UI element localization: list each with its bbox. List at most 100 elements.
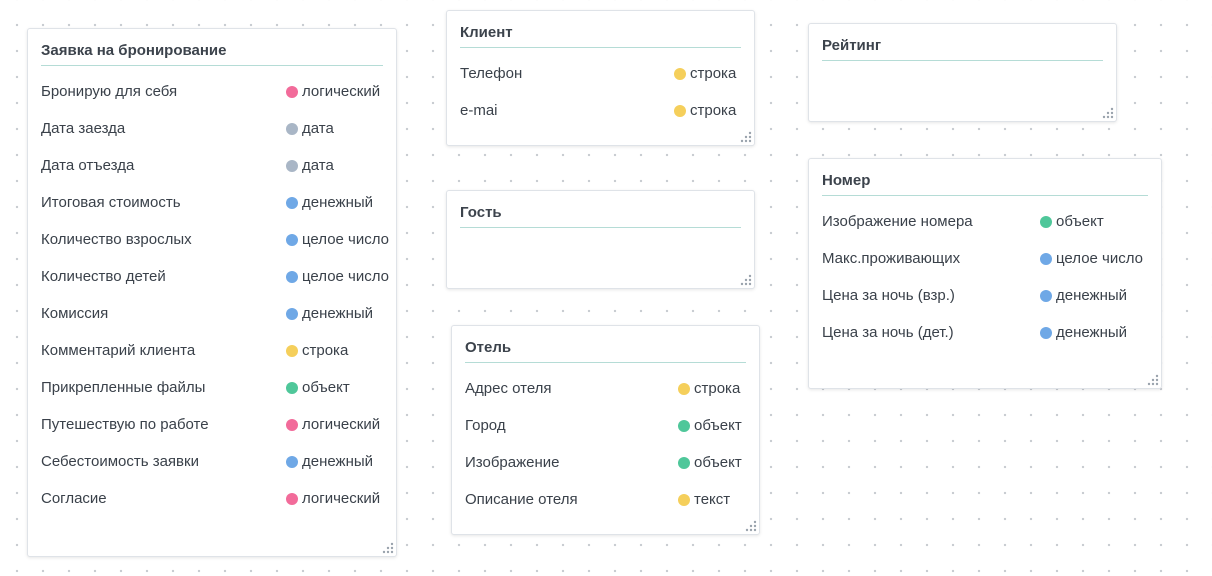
field-list: Адрес отеля строка Город объект Изображение о… — [465, 370, 747, 518]
type-color-dot-icon — [678, 382, 690, 395]
field-row[interactable]: Изображение объект — [465, 444, 747, 481]
field-type: объект — [286, 379, 350, 396]
field-list: Бронирую для себя логический Дата заезда да… — [41, 73, 389, 517]
type-color-dot-icon — [1040, 252, 1052, 265]
field-row[interactable]: Дата отъезда дата — [41, 147, 384, 184]
field-type-label: денежный — [1056, 324, 1128, 341]
field-row[interactable]: Комиссия денежный — [41, 295, 384, 332]
field-type-label: строка — [302, 342, 349, 359]
field-type-label: логический — [302, 490, 381, 507]
field-row[interactable]: e-mai строка — [460, 92, 742, 129]
field-type: логический — [286, 83, 380, 100]
field-type: объект — [678, 454, 742, 471]
entity-card-room[interactable]: Номер Изображение номера объект Макс.прожи… — [808, 158, 1162, 389]
field-row[interactable]: Цена за ночь (взр.) денежный — [822, 277, 1149, 314]
type-color-dot-icon — [286, 270, 298, 283]
field-type-label: объект — [694, 454, 742, 471]
type-color-dot-icon — [286, 122, 298, 135]
field-type-label: объект — [694, 417, 742, 434]
field-type-label: денежный — [1056, 287, 1128, 304]
entity-card-rating[interactable]: Рейтинг — [808, 23, 1117, 122]
type-color-dot-icon — [678, 493, 690, 506]
entity-card-client[interactable]: Клиент Телефон строка e-mai строка — [446, 10, 755, 146]
type-color-dot-icon — [286, 455, 298, 468]
field-row[interactable]: Цена за ночь (дет.) денежный — [822, 314, 1149, 351]
type-color-dot-icon — [1040, 215, 1052, 228]
entity-title: Номер — [822, 171, 1148, 196]
field-type-label: логический — [302, 83, 381, 100]
field-type-label: текст — [694, 491, 731, 508]
field-type: строка — [674, 65, 736, 82]
field-row[interactable]: Описание отеля текст — [465, 481, 747, 518]
field-type: строка — [678, 380, 740, 397]
field-type-label: денежный — [302, 453, 374, 470]
field-type: денежный — [286, 194, 373, 211]
field-type: строка — [286, 342, 348, 359]
type-color-dot-icon — [1040, 326, 1052, 339]
field-type-label: строка — [694, 380, 741, 397]
field-type-label: объект — [302, 379, 350, 396]
field-row[interactable]: Дата заезда дата — [41, 110, 384, 147]
type-color-dot-icon — [286, 85, 298, 98]
field-list: Телефон строка e-mai строка — [460, 55, 742, 129]
field-type-label: целое число — [302, 268, 389, 285]
field-row[interactable]: Бронирую для себя логический — [41, 73, 384, 110]
field-list: Изображение номера объект Макс.проживающих… — [822, 203, 1149, 351]
type-color-dot-icon — [674, 104, 686, 117]
field-type-label: объект — [1056, 213, 1104, 230]
field-type-label: строка — [690, 102, 737, 119]
field-type: целое число — [286, 231, 389, 248]
field-type: целое число — [286, 268, 389, 285]
field-row[interactable]: Макс.проживающих целое число — [822, 240, 1149, 277]
field-type: строка — [674, 102, 736, 119]
field-type: объект — [678, 417, 742, 434]
entity-title: Гость — [460, 203, 741, 228]
field-row[interactable]: Прикрепленные файлы объект — [41, 369, 384, 406]
field-type-label: логический — [302, 416, 381, 433]
resize-handle-icon[interactable] — [740, 274, 752, 286]
field-row[interactable]: Итоговая стоимость денежный — [41, 184, 384, 221]
resize-handle-icon[interactable] — [745, 520, 757, 532]
type-color-dot-icon — [286, 381, 298, 394]
field-row[interactable]: Комментарий клиента строка — [41, 332, 384, 369]
field-row[interactable]: Телефон строка — [460, 55, 742, 92]
entity-card-guest[interactable]: Гость — [446, 190, 755, 289]
type-color-dot-icon — [286, 233, 298, 246]
entity-title: Заявка на бронирование — [41, 41, 383, 66]
field-row[interactable]: Город объект — [465, 407, 747, 444]
field-row[interactable]: Путешествую по работе логический — [41, 406, 384, 443]
field-type: логический — [286, 490, 380, 507]
resize-handle-icon[interactable] — [1147, 374, 1159, 386]
field-type-label: строка — [690, 65, 737, 82]
type-color-dot-icon — [286, 159, 298, 172]
field-row[interactable]: Себестоимость заявки денежный — [41, 443, 384, 480]
resize-handle-icon[interactable] — [1102, 107, 1114, 119]
entity-card-booking[interactable]: Заявка на бронирование Бронирую для себя… — [27, 28, 397, 557]
field-type-label: дата — [302, 120, 334, 137]
field-type-label: целое число — [302, 231, 389, 248]
type-color-dot-icon — [286, 418, 298, 431]
field-type-label: дата — [302, 157, 334, 174]
resize-handle-icon[interactable] — [382, 542, 394, 554]
field-type-label: денежный — [302, 305, 374, 322]
field-row[interactable]: Адрес отеля строка — [465, 370, 747, 407]
field-type: денежный — [1040, 324, 1127, 341]
field-type-label: целое число — [1056, 250, 1143, 267]
field-type: денежный — [1040, 287, 1127, 304]
entity-card-hotel[interactable]: Отель Адрес отеля строка Город объект Изобра… — [451, 325, 760, 535]
type-color-dot-icon — [678, 419, 690, 432]
field-row[interactable]: Количество детей целое число — [41, 258, 389, 295]
resize-handle-icon[interactable] — [740, 131, 752, 143]
field-type: дата — [286, 157, 334, 174]
field-type: целое число — [1040, 250, 1143, 267]
field-type: дата — [286, 120, 334, 137]
field-row[interactable]: Изображение номера объект — [822, 203, 1149, 240]
field-type: объект — [1040, 213, 1104, 230]
type-color-dot-icon — [286, 196, 298, 209]
type-color-dot-icon — [678, 456, 690, 469]
field-row[interactable]: Количество взрослых целое число — [41, 221, 389, 258]
field-row[interactable]: Согласие логический — [41, 480, 384, 517]
field-type: денежный — [286, 453, 373, 470]
type-color-dot-icon — [1040, 289, 1052, 302]
type-color-dot-icon — [286, 492, 298, 505]
